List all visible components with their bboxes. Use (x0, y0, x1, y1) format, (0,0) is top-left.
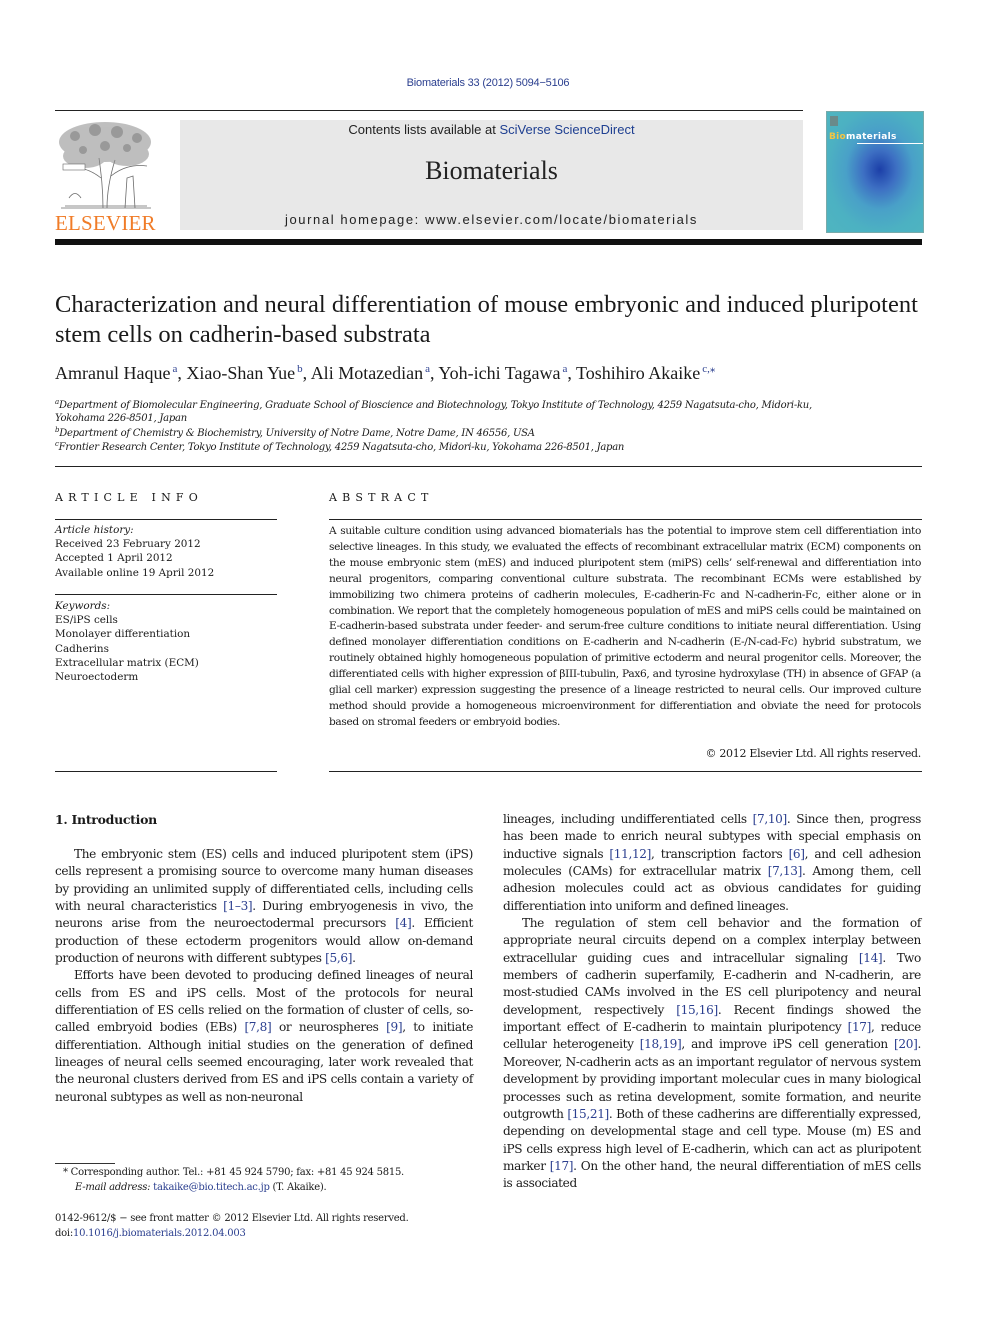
contents-availability: Contents lists available at SciVerse Sci… (180, 122, 803, 137)
article-info-rule (55, 519, 277, 520)
journal-homepage[interactable]: journal homepage: www.elsevier.com/locat… (180, 212, 803, 227)
citation-link[interactable]: [14] (859, 951, 883, 965)
journal-masthead: Contents lists available at SciVerse Sci… (180, 120, 803, 230)
author-list: Amranul Haque a, Xiao-Shan Yue b, Ali Mota… (55, 363, 716, 383)
history-label: Article history: (55, 524, 134, 536)
text-run: lineages, including undifferentiated cel… (503, 812, 753, 826)
article-history: Article history: Received 23 February 20… (55, 523, 277, 580)
header-thick-rule (55, 239, 922, 245)
paragraph: lineages, including undifferentiated cel… (503, 811, 921, 915)
author-affiliation-link[interactable]: c,⁎ (702, 363, 715, 375)
article-title: Characterization and neural differentiat… (55, 291, 918, 348)
keywords-block: Keywords: ES/iPS cells Monolayer differe… (55, 599, 277, 684)
email-label: E-mail address: (75, 1182, 154, 1193)
text-run: . (352, 951, 356, 966)
citation-link[interactable]: [1–3] (223, 899, 252, 913)
cover-title: Biomaterials (829, 132, 897, 142)
elsevier-wordmark: ELSEVIER (55, 211, 156, 235)
journal-name: Biomaterials (425, 156, 558, 185)
citation-link[interactable]: [17] (550, 1159, 574, 1173)
cover-divider (857, 143, 923, 144)
author-name: Amranul Haque (55, 363, 171, 383)
body-column-right: lineages, including undifferentiated cel… (503, 811, 921, 1193)
abstract-bottom-rule (329, 771, 922, 772)
citation-link[interactable]: [11,12] (609, 847, 651, 861)
citation-link[interactable]: [6] (789, 847, 805, 861)
paragraph: The regulation of stem cell behavior and… (503, 915, 921, 1193)
citation-link[interactable]: [7,13] (768, 864, 803, 878)
keywords-rule (55, 594, 277, 595)
abstract-rule (329, 519, 922, 520)
body-column-left: The embryonic stem (ES) cells and induce… (55, 846, 473, 1106)
footnote-rule (55, 1163, 115, 1164)
keyword: Monolayer differentiation (55, 628, 191, 641)
abstract-copyright: © 2012 Elsevier Ltd. All rights reserved… (705, 747, 921, 760)
journal-reference[interactable]: Biomaterials 33 (2012) 5094−5106 (0, 77, 976, 89)
abstract-text: A suitable culture condition using advan… (329, 525, 921, 728)
keyword: ES/iPS cells (55, 614, 118, 627)
front-matter-note: 0142-9612/$ − see front matter © 2012 El… (55, 1211, 485, 1241)
doi-link[interactable]: 10.1016/j.biomaterials.2012.04.003 (73, 1228, 246, 1239)
article-info-bottom-rule (55, 771, 277, 772)
affiliations-divider (55, 466, 922, 467)
cover-elsevier-icon (830, 116, 838, 126)
abstract-heading: ABSTRACT (329, 491, 434, 504)
citation-link[interactable]: [9] (386, 1020, 402, 1034)
author-name: Toshihiro Akaike (576, 363, 701, 383)
citation-link[interactable]: [20] (894, 1037, 918, 1051)
email-link[interactable]: takaike@bio.titech.ac.jp (153, 1182, 270, 1193)
citation-link[interactable]: [15,16] (676, 1003, 718, 1017)
section-heading-introduction: 1. Introduction (55, 812, 157, 827)
citation-link[interactable]: [7,10] (753, 812, 788, 826)
article-info-heading: ARTICLE INFO (55, 491, 203, 504)
doi-prefix: doi: (55, 1228, 73, 1239)
journal-cover-image: Biomaterials (826, 111, 924, 233)
history-online: Available online 19 April 2012 (55, 566, 215, 579)
citation-link[interactable]: [15,21] (567, 1107, 609, 1121)
sciencedirect-link[interactable]: SciVerse ScienceDirect (499, 122, 634, 137)
author-name: Yoh-ichi Tagawa (438, 363, 561, 383)
keyword: Neuroectoderm (55, 671, 139, 684)
history-accepted: Accepted 1 April 2012 (55, 552, 173, 565)
header-top-rule (55, 110, 803, 111)
keyword: Cadherins (55, 642, 109, 655)
author-name: Ali Motazedian (310, 363, 424, 383)
text-run: , transcription factors (651, 846, 789, 861)
citation-link[interactable]: [18,19] (640, 1037, 682, 1051)
corresponding-author-note: * Corresponding author. Tel.: +81 45 924… (63, 1167, 404, 1193)
keywords-label: Keywords: (55, 600, 111, 612)
keyword: Extracellular matrix (ECM) (55, 656, 199, 669)
citation-link[interactable]: [17] (848, 1020, 872, 1034)
front-matter-text: 0142-9612/$ − see front matter © 2012 El… (55, 1213, 409, 1224)
citation-link[interactable]: [5,6] (325, 951, 352, 965)
author-name: Xiao-Shan Yue (186, 363, 296, 383)
paragraph: The embryonic stem (ES) cells and induce… (55, 846, 473, 967)
contents-prefix: Contents lists available at (348, 122, 500, 137)
paragraph: Efforts have been devoted to producing d… (55, 967, 473, 1106)
affiliation-a: aDepartment of Biomolecular Engineering,… (55, 398, 812, 424)
citation-link[interactable]: [4] (395, 916, 411, 930)
text-run: or neurospheres (271, 1020, 387, 1035)
history-received: Received 23 February 2012 (55, 538, 201, 551)
text-run: , and improve iPS cell generation (681, 1037, 895, 1052)
affiliation-c: cFrontier Research Center, Tokyo Institu… (55, 440, 625, 453)
citation-link[interactable]: [7,8] (244, 1020, 271, 1034)
tree-illustration-icon (59, 122, 151, 209)
